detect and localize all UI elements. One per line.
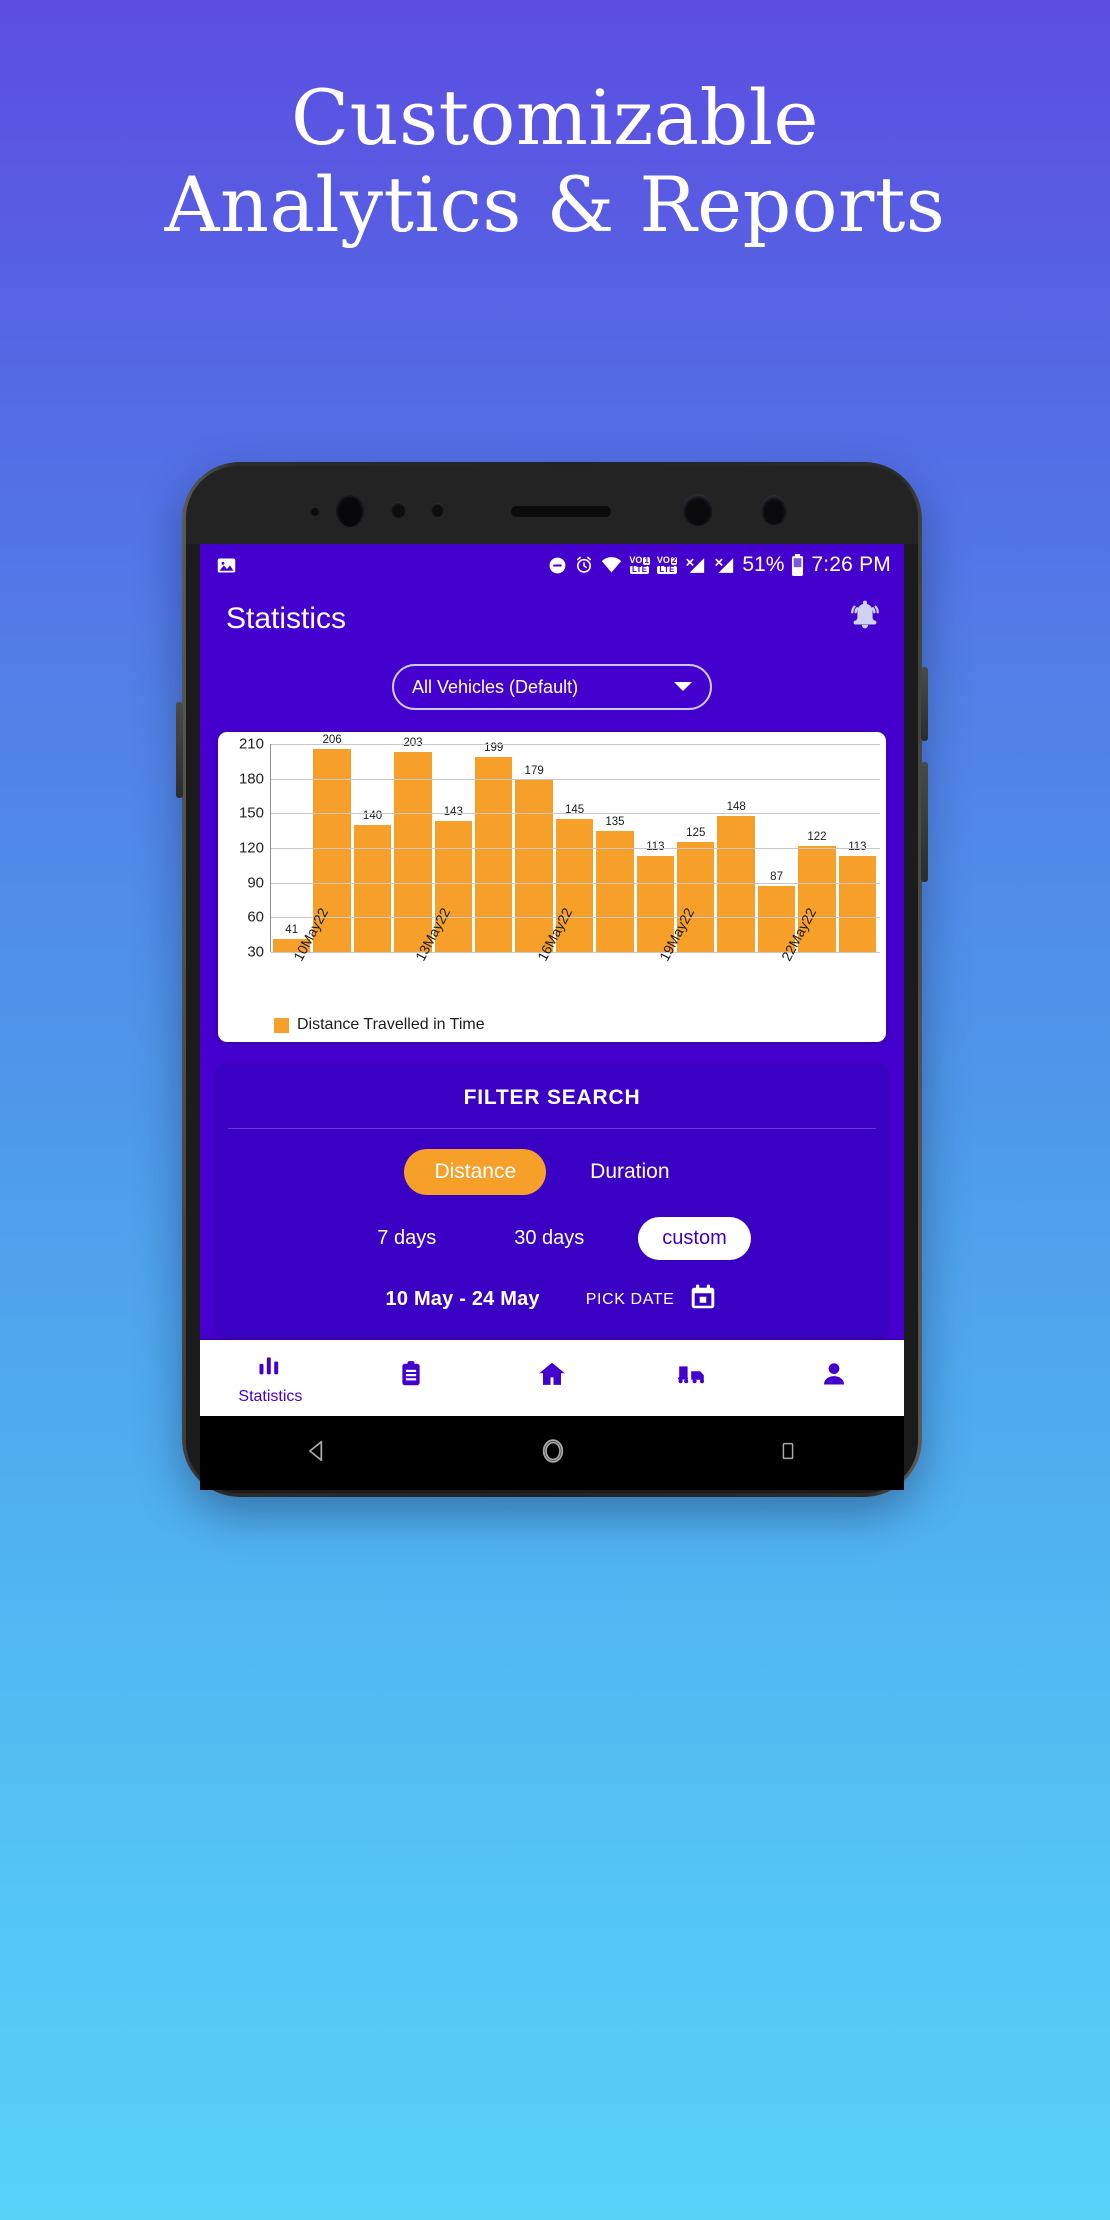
proximity-sensor-icon — [310, 506, 320, 516]
chart-y-tick: 180 — [238, 770, 264, 788]
app-bar: Statistics — [200, 586, 904, 652]
metric-option-duration[interactable]: Duration — [560, 1149, 699, 1195]
chart-bar-rect — [353, 824, 392, 952]
chart-y-tick: 120 — [238, 839, 264, 857]
chart-bar-value-label: 41 — [285, 924, 299, 937]
chart-legend: Distance Travelled in Time — [274, 1016, 880, 1034]
chart-y-tick: 90 — [247, 874, 264, 892]
headline-line-2: Analytics & Reports — [164, 160, 946, 250]
chart-gridline — [271, 744, 880, 745]
promo-headline: Customizable Analytics & Reports — [0, 78, 1110, 244]
vehicle-selector-value: All Vehicles (Default) — [412, 676, 579, 697]
status-bar: VO 1 LTE VO 2 LTE 51% 7:26 PM — [200, 544, 904, 586]
calendar-icon — [688, 1282, 718, 1317]
headline-line-1: Customizable — [290, 73, 820, 162]
secondary-camera-icon — [683, 494, 713, 526]
filter-search-card: FILTER SEARCH Distance Duration 7 days 3… — [218, 1064, 886, 1337]
signal-sim1-icon — [684, 556, 706, 575]
ir-sensor-icon — [431, 503, 444, 517]
person-icon — [820, 1360, 848, 1393]
chart-bar-value-label: 125 — [686, 827, 706, 840]
chart-y-tick: 210 — [238, 735, 264, 753]
nav-item-statistics-label: Statistics — [238, 1387, 303, 1405]
chart-gridline — [271, 778, 880, 780]
metric-toggle-group: Distance Duration — [218, 1129, 886, 1195]
wifi-icon — [601, 556, 622, 574]
battery-icon — [791, 553, 804, 577]
chart-bar-value-label: 148 — [726, 800, 746, 813]
signal-sim2-icon — [713, 556, 735, 575]
bell-icon[interactable] — [846, 598, 884, 641]
chart-bar-rect — [515, 779, 553, 952]
bottom-navigation: Statistics — [200, 1340, 904, 1416]
android-system-nav — [200, 1416, 904, 1490]
legend-label: Distance Travelled in Time — [297, 1016, 485, 1033]
phone-screen: VO 1 LTE VO 2 LTE 51% 7:26 PM Statistics… — [200, 544, 904, 1416]
nav-item-home[interactable] — [482, 1359, 623, 1398]
chart-x-axis: 10May22 13May22 16May22 19May22 22May22 — [270, 905, 880, 1018]
back-triangle-icon[interactable] — [304, 1438, 330, 1469]
metric-option-distance[interactable]: Distance — [404, 1149, 547, 1195]
chart-gridline — [271, 917, 880, 919]
recents-square-icon[interactable] — [776, 1439, 800, 1468]
volte-sim2-icon: VO 2 LTE — [656, 555, 678, 574]
chart-bar-value-label: 140 — [362, 809, 383, 822]
chart-bar-rect — [475, 756, 513, 952]
alarm-icon — [574, 555, 594, 575]
chart-y-tick: 150 — [238, 804, 264, 822]
image-icon — [216, 555, 237, 576]
page-title: Statistics — [226, 602, 347, 635]
home-circle-icon[interactable] — [538, 1436, 568, 1471]
iris-scanner-icon — [761, 495, 787, 525]
chart-y-tick: 30 — [247, 943, 264, 961]
phone-side-button-left — [176, 702, 183, 798]
nav-item-profile[interactable] — [763, 1360, 904, 1397]
clock-label: 7:26 PM — [811, 553, 891, 576]
legend-swatch-icon — [274, 1017, 289, 1033]
chart-y-axis: 30 60 90 120 150 180 210 — [224, 736, 270, 961]
chart-bar-rect — [394, 752, 432, 952]
range-option-30-days[interactable]: 30 days — [490, 1217, 608, 1260]
vehicle-selector-dropdown[interactable]: All Vehicles (Default) — [392, 664, 712, 710]
battery-percent-label: 51% — [742, 553, 785, 576]
home-icon — [537, 1359, 567, 1394]
range-toggle-group: 7 days 30 days custom — [218, 1195, 886, 1260]
phone-top-bezel — [186, 466, 918, 544]
distance-chart-card: 306090120150180210 412061402031431991791… — [218, 732, 886, 1042]
light-sensor-icon — [391, 502, 406, 518]
bar-chart-icon — [256, 1351, 284, 1384]
selected-date-range: 10 May - 24 May — [385, 1288, 540, 1310]
vehicles-icon — [677, 1360, 709, 1393]
nav-item-reports[interactable] — [341, 1360, 482, 1397]
range-option-custom[interactable]: custom — [638, 1217, 751, 1260]
phone-power-button — [921, 667, 928, 741]
chevron-down-icon — [672, 677, 694, 698]
earpiece-speaker — [511, 506, 611, 517]
chart-canvas: 4120614020314319917914513511312514887122… — [270, 734, 880, 953]
phone-volume-button — [921, 762, 928, 882]
chart-bar-rect — [717, 815, 755, 952]
pick-date-button[interactable]: PICK DATE — [586, 1282, 719, 1317]
nav-item-statistics[interactable]: Statistics — [200, 1351, 341, 1406]
clipboard-icon — [397, 1360, 425, 1393]
chart-bar-value-label: 87 — [770, 871, 783, 884]
phone-mockup: VO 1 LTE VO 2 LTE 51% 7:26 PM Statistics… — [176, 462, 928, 1497]
chart-gridline — [271, 848, 880, 849]
chart-bar-value-label: 179 — [524, 764, 544, 777]
chart-gridline — [271, 813, 880, 815]
nav-item-vehicles[interactable] — [622, 1360, 763, 1397]
chart-y-tick: 60 — [247, 908, 264, 926]
filter-search-title: FILTER SEARCH — [228, 1064, 876, 1129]
pick-date-label: PICK DATE — [585, 1290, 675, 1308]
front-camera-icon — [336, 493, 364, 527]
chart-bar-value-label: 135 — [605, 815, 625, 828]
range-option-7-days[interactable]: 7 days — [353, 1217, 460, 1260]
volte-sim1-icon: VO 1 LTE — [629, 555, 650, 574]
chart-bar-rect — [838, 856, 877, 952]
do-not-disturb-icon — [548, 556, 567, 575]
date-selection-row: 10 May - 24 May PICK DATE — [218, 1260, 886, 1317]
chart-bar-value-label: 122 — [807, 830, 827, 843]
app-content: All Vehicles (Default) 30 60 90 120 150 180 21… — [200, 652, 904, 1416]
chart-gridline — [271, 882, 880, 884]
